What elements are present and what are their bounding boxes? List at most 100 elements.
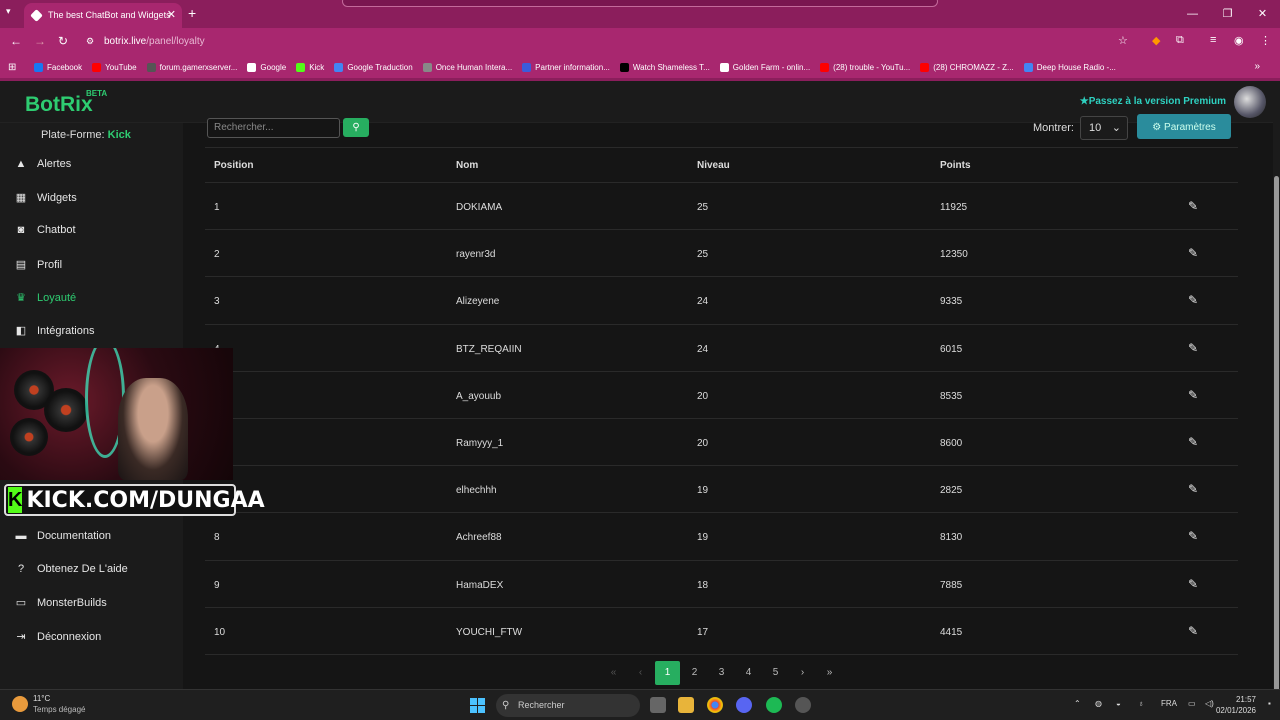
back-icon[interactable]: ← (10, 34, 22, 48)
tray-app-icon[interactable]: ◍ (1095, 699, 1102, 708)
page-size-select[interactable]: 10 ⌄ (1080, 116, 1128, 140)
discord-icon[interactable] (736, 697, 752, 713)
page-button-5[interactable]: 5 (762, 661, 789, 685)
bookmark-item[interactable]: Google Traduction (334, 62, 413, 72)
settings-button[interactable]: ⚙ Paramètres (1137, 114, 1231, 139)
sidebar-item-logout[interactable]: ⇥ Déconnexion (14, 630, 101, 644)
file-explorer-icon[interactable] (678, 697, 694, 713)
prev-page-icon[interactable]: ‹ (627, 661, 654, 685)
tray-app-icon[interactable]: ◒ (1116, 699, 1121, 708)
last-page-icon[interactable]: » (816, 661, 843, 685)
sidebar-item-warning[interactable]: ▲ Alertes (14, 158, 72, 170)
clock[interactable]: 21:57 02/01/2026 (1216, 694, 1256, 716)
url-bar[interactable]: botrix.live/panel/loyalty (104, 36, 205, 47)
start-icon[interactable] (470, 698, 485, 713)
bookmark-item[interactable]: YouTube (92, 62, 137, 72)
first-page-icon[interactable]: « (600, 661, 627, 685)
media-icon[interactable]: ≡ (1210, 34, 1216, 46)
tray-chevron-icon[interactable]: ⌃ (1074, 699, 1081, 708)
edit-icon[interactable]: ✎ (1188, 293, 1202, 307)
reload-icon[interactable]: ↻ (58, 34, 68, 48)
edit-icon[interactable]: ✎ (1188, 246, 1202, 260)
bookmark-item[interactable]: Google (247, 62, 286, 72)
sidebar-item-trophy[interactable]: ♛ Loyauté (14, 291, 76, 305)
site-info-icon[interactable]: ⚙ (86, 36, 94, 47)
col-points[interactable]: Points (940, 160, 971, 171)
page-button-2[interactable]: 2 (681, 661, 708, 685)
task-view-icon[interactable] (650, 697, 666, 713)
network-icon[interactable]: ▭ (1188, 699, 1196, 708)
sidebar-item-label: Chatbot (37, 224, 76, 236)
search-button[interactable]: ⚲ (343, 118, 369, 137)
browser-tab[interactable]: The best ChatBot and Widgets ✕ (24, 3, 182, 28)
close-window-icon[interactable]: ✕ (1245, 0, 1280, 28)
menu-icon[interactable]: ⋮ (1260, 34, 1271, 47)
notifications-icon[interactable]: ▪ (1268, 699, 1271, 708)
bookmark-item[interactable]: Once Human Intera... (422, 62, 512, 72)
col-position[interactable]: Position (214, 160, 253, 171)
cell-level: 19 (697, 532, 709, 544)
page-button-4[interactable]: 4 (735, 661, 762, 685)
page-button-3[interactable]: 3 (708, 661, 735, 685)
sidebar-item-laptop[interactable]: ▭ MonsterBuilds (14, 596, 107, 610)
chrome-icon[interactable] (707, 697, 723, 713)
app-logo[interactable]: BotRix (25, 93, 93, 117)
scroll-thumb[interactable] (1274, 176, 1279, 716)
sidebar-item-book[interactable]: ▬ Documentation (14, 530, 112, 542)
apps-icon[interactable]: ⊞ (8, 62, 18, 73)
avatar[interactable] (1234, 86, 1266, 118)
language-indicator[interactable]: FRA (1161, 699, 1177, 708)
sidebar-item-profile[interactable]: ▤ Profil (14, 258, 62, 272)
edit-icon[interactable]: ✎ (1188, 388, 1202, 402)
bookmark-item[interactable]: Partner information... (522, 62, 610, 72)
steam-icon[interactable] (795, 697, 811, 713)
edit-icon[interactable]: ✎ (1188, 529, 1202, 543)
edit-icon[interactable]: ✎ (1188, 341, 1202, 355)
scrollbar[interactable] (1273, 81, 1280, 716)
extension-icon[interactable]: ◆ (1152, 34, 1160, 47)
mic-icon[interactable]: ♁ (1138, 699, 1144, 708)
edit-icon[interactable]: ✎ (1188, 435, 1202, 449)
sidebar-item-help[interactable]: ? Obtenez De L'aide (14, 563, 128, 575)
table-row: 6Ramyyy_1208600✎ (205, 419, 1238, 467)
spotify-icon[interactable] (766, 697, 782, 713)
edit-icon[interactable]: ✎ (1188, 624, 1202, 638)
more-bookmarks-icon[interactable]: » (1254, 61, 1260, 72)
platform-label-text: Plate-Forme: (41, 129, 105, 141)
profile-icon[interactable]: ◉ (1234, 34, 1244, 47)
search-icon: ⚲ (352, 122, 360, 133)
page-button-1[interactable]: 1 (655, 661, 680, 685)
sidebar-item-integrations[interactable]: ◧ Intégrations (14, 324, 95, 338)
col-level[interactable]: Niveau (697, 160, 730, 171)
bookmark-item[interactable]: forum.gamerxserver... (146, 62, 237, 72)
cell-position: 10 (214, 626, 226, 638)
minimize-icon[interactable]: — (1175, 0, 1210, 28)
bookmark-item[interactable]: Watch Shameless T... (619, 62, 710, 72)
bookmark-item[interactable]: Facebook (34, 62, 82, 72)
edit-icon[interactable]: ✎ (1188, 199, 1202, 213)
bookmark-item[interactable]: Deep House Radio -... (1023, 62, 1116, 72)
bookmark-favicon-icon (1023, 62, 1033, 72)
tab-search-icon[interactable]: ▾ (6, 6, 11, 17)
sidebar-item-robot[interactable]: ◙ Chatbot (14, 224, 76, 236)
next-page-icon[interactable]: › (789, 661, 816, 685)
premium-link[interactable]: ★Passez à la version Premium (1080, 96, 1226, 107)
forward-icon[interactable]: → (34, 34, 46, 48)
volume-icon[interactable]: ◁) (1205, 699, 1214, 708)
maximize-icon[interactable]: ❐ (1210, 0, 1245, 28)
bookmark-item[interactable]: Golden Farm - onlin... (719, 62, 810, 72)
edit-icon[interactable]: ✎ (1188, 482, 1202, 496)
col-name[interactable]: Nom (456, 160, 478, 171)
taskbar-search[interactable]: ⚲ Rechercher (496, 694, 640, 717)
bookmark-item[interactable]: Kick (296, 62, 324, 72)
puzzle-icon[interactable]: ⧉ (1176, 34, 1184, 47)
new-tab-icon[interactable]: + (188, 5, 196, 21)
bookmark-item[interactable]: (28) CHROMAZZ - Z... (920, 62, 1014, 72)
cell-points: 4415 (940, 626, 963, 638)
bookmark-item[interactable]: (28) trouble - YouTu... (820, 62, 910, 72)
edit-icon[interactable]: ✎ (1188, 577, 1202, 591)
sidebar-item-grid[interactable]: ▦ Widgets (14, 191, 77, 205)
close-tab-icon[interactable]: ✕ (167, 3, 176, 28)
bookmark-star-icon[interactable]: ☆ (1118, 34, 1128, 47)
search-input[interactable]: Rechercher... (207, 118, 340, 138)
